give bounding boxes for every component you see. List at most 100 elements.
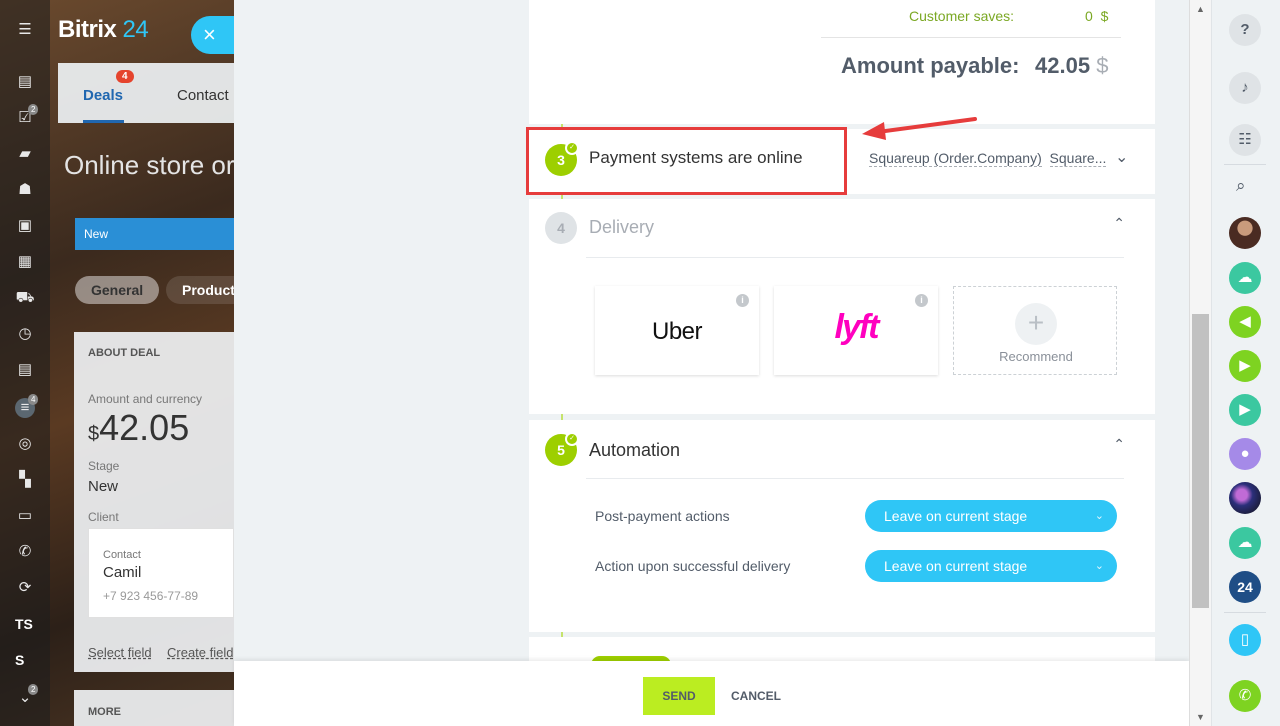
tab-contacts[interactable]: Contact: [177, 87, 229, 104]
recommend-tile[interactable]: + Recommend: [953, 286, 1117, 375]
section-divider: [586, 257, 1124, 258]
window-icon[interactable]: ▭: [15, 506, 35, 526]
feed-icon[interactable]: ▤: [15, 72, 35, 92]
search-icon[interactable]: ⌕: [1236, 176, 1246, 196]
video-conference-icon[interactable]: ▶: [1229, 394, 1261, 426]
megaphone-icon[interactable]: ◀: [1229, 306, 1261, 338]
left-menu-rail: ☰ ▤ ☑ 2 ▰ ☗ ▣ ▦ ⛟ ◷ ▤ ≡ 4 ◎ ▚ ▭ ✆ ⟳ TS S…: [0, 0, 50, 726]
tab-products[interactable]: Product: [166, 276, 234, 304]
stage-value: New: [88, 478, 119, 495]
create-field-link[interactable]: Create field: [167, 645, 233, 660]
about-deal-card: ABOUT DEAL Amount and currency $42.05 St…: [74, 332, 234, 672]
delivery-title: Delivery: [589, 217, 655, 237]
step-4-badge: 4: [545, 212, 577, 244]
send-button[interactable]: SEND: [643, 677, 715, 715]
clock-icon[interactable]: ◷: [15, 324, 35, 344]
amount-label: Amount and currency: [88, 392, 203, 406]
customer-saves-label: Customer saves:: [909, 8, 1015, 24]
chevron-down-icon: ⌄: [1094, 510, 1104, 522]
clipboard-icon[interactable]: ▯: [1229, 624, 1261, 656]
help-icon[interactable]: ?: [1229, 14, 1261, 46]
about-deal-heading: ABOUT DEAL: [88, 347, 161, 359]
info-icon[interactable]: i: [915, 294, 928, 307]
menu-hamburger-icon[interactable]: ☰: [15, 20, 35, 40]
highlight-annotation-box: [526, 127, 847, 195]
payment-systems-list[interactable]: Squareup (Order.Company) Square...: [869, 150, 1107, 167]
ts-label[interactable]: TS: [15, 616, 33, 632]
bitrix24-logo: Bitrix 24: [58, 16, 149, 43]
deal-amount: $42.05: [88, 407, 190, 448]
crm-tabs: Deals 4 Contact: [58, 63, 234, 123]
call-phone-icon[interactable]: ✆: [1229, 680, 1261, 712]
scrollbar[interactable]: ▲ ▼: [1189, 0, 1211, 726]
group-avatar[interactable]: [1229, 482, 1261, 514]
select-field-link[interactable]: Select field: [88, 645, 152, 660]
scrollbar-thumb[interactable]: [1192, 314, 1209, 608]
notifications-bell-icon[interactable]: ♪: [1229, 72, 1261, 104]
chevron-down-icon: ⌄: [1094, 560, 1104, 572]
info-icon[interactable]: i: [736, 294, 749, 307]
target-icon[interactable]: ◎: [15, 434, 35, 454]
messenger-icon[interactable]: ☷: [1229, 124, 1261, 156]
deals-count-badge: 4: [116, 70, 134, 83]
document-icon[interactable]: ▤: [15, 360, 35, 380]
scroll-down-arrow-icon[interactable]: ▼: [1196, 712, 1205, 722]
groups-icon[interactable]: ☗: [15, 180, 35, 200]
sync-icon[interactable]: ⟳: [15, 578, 35, 598]
tasks-badge: 2: [28, 104, 39, 115]
lyft-logo: lyft: [834, 308, 880, 346]
client-label: Client: [88, 510, 119, 524]
automation-section: 5 ✓ Automation ⌃ Post-payment actions Le…: [529, 420, 1155, 632]
user-avatar[interactable]: [1229, 217, 1261, 249]
delivery-section: 4 Delivery ⌃ i Uber i lyft + Recommend: [529, 199, 1155, 414]
scroll-up-arrow-icon[interactable]: ▲: [1196, 4, 1205, 14]
amount-payable-label: Amount payable:: [841, 53, 1020, 78]
more-badge: 2: [28, 684, 39, 695]
automation-title: Automation: [589, 440, 681, 460]
cart-icon[interactable]: ⛟: [15, 288, 35, 308]
s-label[interactable]: S: [15, 652, 24, 668]
stage-label: Stage: [88, 459, 120, 473]
check-icon: ✓: [565, 432, 579, 446]
uber-logo: Uber: [651, 318, 703, 345]
section-divider: [586, 478, 1124, 479]
user-group-icon[interactable]: ●: [1229, 438, 1261, 470]
client-contact-box: Contact Camil +7 923 456-77-89: [88, 528, 234, 618]
video-call-icon[interactable]: ▶: [1229, 350, 1261, 382]
recommend-label: Recommend: [999, 349, 1073, 364]
payment-slider-panel: Customer saves: 0 $ Amount payable: 42.0…: [234, 0, 1189, 726]
cloud-sync-icon[interactable]: ☁: [1229, 527, 1261, 559]
more-card: MORE: [74, 690, 234, 726]
contacts-card-icon[interactable]: ▣: [15, 216, 35, 236]
contact-name[interactable]: Camil: [103, 564, 141, 581]
summary-divider: [821, 37, 1121, 38]
slider-footer: SEND CANCEL: [234, 661, 1189, 726]
cloud-icon[interactable]: ☁: [1229, 262, 1261, 294]
amount-payable-value: 42.05 $: [1035, 53, 1109, 78]
post-payment-select[interactable]: Leave on current stage ⌄: [865, 500, 1117, 532]
uber-delivery-tile[interactable]: i Uber: [595, 286, 759, 375]
calendar-icon[interactable]: ▦: [15, 252, 35, 272]
customer-saves-value: 0 $: [1085, 8, 1109, 24]
post-payment-label: Post-payment actions: [595, 508, 730, 524]
plus-icon: +: [1015, 303, 1057, 345]
phone-icon[interactable]: ✆: [15, 542, 35, 562]
tab-deals[interactable]: Deals: [83, 87, 123, 104]
bitrix24-icon[interactable]: 24: [1229, 571, 1261, 603]
tab-general[interactable]: General: [75, 276, 160, 304]
contact-label: Contact: [103, 549, 141, 561]
close-slider-button[interactable]: ×: [191, 16, 235, 54]
active-tab-underline: [83, 120, 124, 123]
background-crm-app: ☰ ▤ ☑ 2 ▰ ☗ ▣ ▦ ⛟ ◷ ▤ ≡ 4 ◎ ▚ ▭ ✆ ⟳ TS S…: [0, 0, 234, 726]
lyft-delivery-tile[interactable]: i lyft: [774, 286, 938, 375]
delivery-action-select[interactable]: Leave on current stage ⌄: [865, 550, 1117, 582]
cancel-button[interactable]: CANCEL: [731, 677, 781, 715]
contact-phone[interactable]: +7 923 456-77-89: [103, 589, 198, 603]
chat-icon[interactable]: ▰: [15, 144, 35, 164]
deal-stage-bar[interactable]: New: [75, 218, 234, 250]
order-summary-section: Customer saves: 0 $ Amount payable: 42.0…: [529, 0, 1155, 124]
chevron-up-icon[interactable]: ⌃: [1113, 215, 1125, 232]
chevron-up-icon[interactable]: ⌃: [1113, 436, 1125, 453]
apps-icon[interactable]: ▚: [15, 470, 35, 490]
chevron-down-icon[interactable]: ⌄: [1115, 147, 1128, 167]
